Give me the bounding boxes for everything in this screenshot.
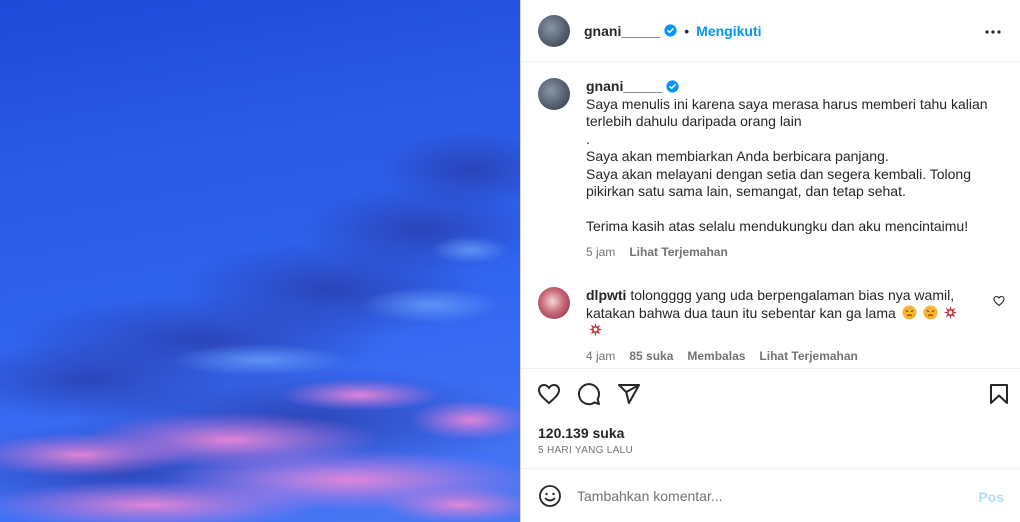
caption-line: .	[586, 130, 590, 147]
post-date[interactable]: 5 HARI YANG LALU	[538, 445, 633, 456]
author-avatar[interactable]	[538, 14, 570, 47]
caption-line: Saya akan membiarkan Anda berbicara panj…	[586, 148, 889, 164]
header-separator: •	[684, 22, 690, 39]
likes-count[interactable]: 120.139 suka	[538, 425, 624, 441]
caption-line: Saya menulis ini karena saya merasa haru…	[586, 95, 988, 112]
caption-author-avatar[interactable]	[538, 78, 570, 110]
caption-translate-link[interactable]: Lihat Terjemahan	[629, 244, 727, 262]
like-heart-icon[interactable]	[537, 382, 561, 406]
actions-divider	[521, 368, 1020, 369]
comment-text: tolongggg yang uda berpengalaman bias ny…	[586, 287, 955, 321]
comment-body: dlpwti tolongggg yang uda berpengalaman …	[586, 287, 976, 365]
comment-translate-link[interactable]: Lihat Terjemahan	[759, 348, 857, 366]
comment-bubble-icon[interactable]	[577, 382, 601, 406]
following-button[interactable]: Mengikuti	[696, 23, 761, 39]
verified-badge-icon	[664, 24, 677, 37]
angry-face-icon	[902, 304, 917, 320]
action-bar	[537, 382, 1008, 410]
caption-body: gnani_____ Saya menulis ini karena saya …	[586, 78, 996, 261]
caption-section: gnani_____ Saya menulis ini karena saya …	[538, 78, 1008, 261]
comment-meta: 4 jam 85 suka Membalas Lihat Terjemahan	[586, 348, 976, 366]
caption-meta: 5 jam Lihat Terjemahan	[586, 244, 996, 262]
commenter-avatar[interactable]	[538, 287, 570, 319]
add-comment-bar: Tambahkan komentar... Pos	[521, 468, 1020, 522]
caption-line: Saya akan melayani dengan setia dan sege…	[586, 165, 971, 182]
post-header: gnani_____ • Mengikuti	[521, 0, 1020, 62]
caption-username-wrap: gnani_____	[586, 78, 679, 96]
verified-badge-icon	[666, 80, 679, 93]
post-image[interactable]	[0, 0, 520, 522]
save-bookmark-icon[interactable]	[987, 382, 1011, 406]
emoji-icon[interactable]	[538, 484, 562, 508]
anger-symbol-icon	[944, 305, 958, 319]
post-comment-button[interactable]: Pos	[978, 489, 1004, 505]
caption-username[interactable]: gnani_____	[586, 78, 662, 96]
share-send-icon[interactable]	[617, 382, 641, 406]
sky-clouds-graphic	[0, 130, 520, 522]
more-options-icon[interactable]	[983, 22, 1003, 42]
caption-time[interactable]: 5 jam	[586, 244, 615, 262]
comment-like-icon[interactable]	[993, 295, 1005, 307]
caption-line: terlebih dahulu daripada orang lain	[586, 113, 802, 129]
post-detail-panel: gnani_____ • Mengikuti gnani_____ Saya m…	[520, 0, 1020, 522]
angry-face-icon	[923, 304, 938, 320]
comment-time[interactable]: 4 jam	[586, 348, 615, 366]
author-username[interactable]: gnani_____	[584, 23, 660, 39]
comment-input[interactable]: Tambahkan komentar...	[577, 488, 723, 504]
comment-likes[interactable]: 85 suka	[629, 348, 673, 366]
comment-item: dlpwti tolongggg yang uda berpengalaman …	[538, 287, 1008, 365]
caption-line: pikirkan satu sama lain, semangat, dan t…	[586, 183, 906, 199]
anger-symbol-icon	[588, 322, 603, 337]
commenter-username[interactable]: dlpwti	[586, 287, 626, 303]
caption-line: Terima kasih atas selalu mendukungku dan…	[586, 218, 969, 234]
reply-button[interactable]: Membalas	[687, 348, 745, 366]
